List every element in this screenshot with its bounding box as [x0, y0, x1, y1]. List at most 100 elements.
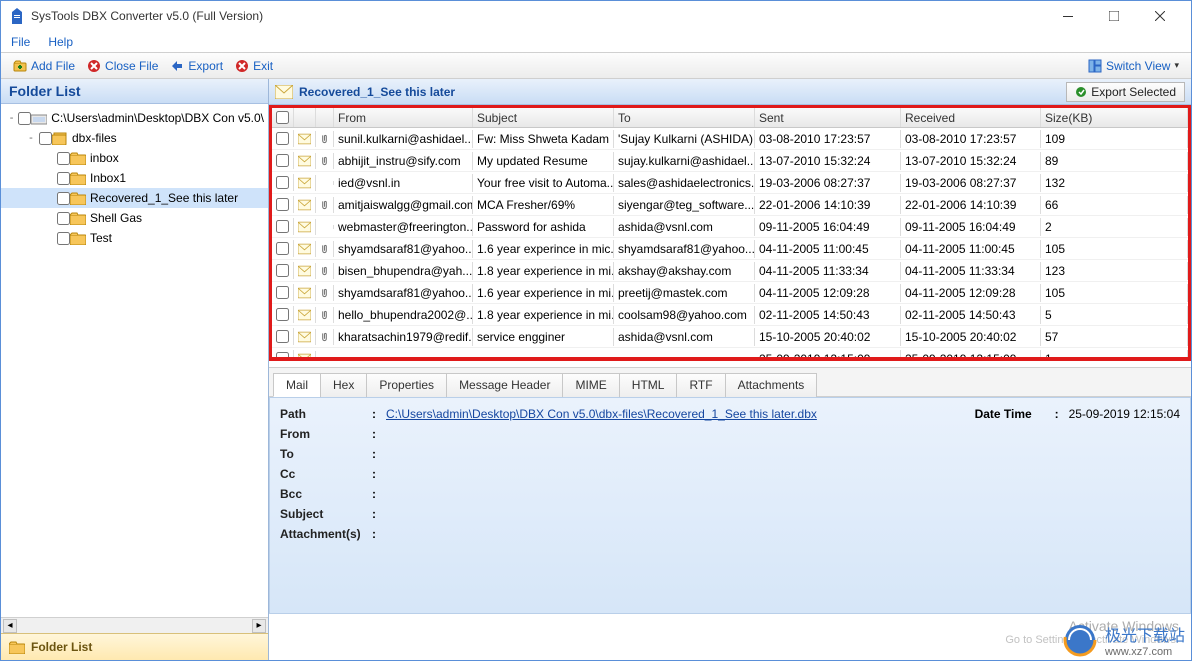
cell-to: ashida@vsnl.com [614, 328, 755, 346]
minimize-button[interactable] [1045, 1, 1091, 31]
cell-received: 03-08-2010 17:23:57 [901, 130, 1041, 148]
table-body[interactable]: sunil.kulkarni@ashidael...Fw: Miss Shwet… [272, 128, 1188, 357]
col-sent[interactable]: Sent [755, 108, 901, 127]
cc-label: Cc [280, 467, 372, 481]
row-checkbox[interactable] [276, 242, 289, 255]
row-checkbox[interactable] [276, 286, 289, 299]
row-checkbox[interactable] [276, 220, 289, 233]
switch-view-button[interactable]: Switch View ▾ [1082, 57, 1185, 75]
maximize-button[interactable] [1091, 1, 1137, 31]
tree-checkbox[interactable] [57, 212, 70, 225]
tab-html[interactable]: HTML [619, 373, 678, 397]
path-link[interactable]: C:\Users\admin\Desktop\DBX Con v5.0\dbx-… [386, 407, 817, 421]
row-checkbox[interactable] [276, 308, 289, 321]
col-received[interactable]: Received [901, 108, 1041, 127]
sidebar-footer-label: Folder List [31, 640, 92, 654]
tab-attachments[interactable]: Attachments [725, 373, 818, 397]
table-row[interactable]: kharatsachin1979@redif...service enggine… [272, 326, 1188, 348]
sidebar: Folder List -C:\Users\admin\Desktop\DBX … [1, 79, 269, 660]
expander-icon[interactable] [43, 232, 55, 244]
row-checkbox[interactable] [276, 132, 289, 145]
add-file-button[interactable]: Add File [7, 57, 81, 75]
col-size[interactable]: Size(KB) [1041, 108, 1188, 127]
close-file-button[interactable]: Close File [81, 57, 164, 75]
select-all-checkbox[interactable] [276, 111, 289, 124]
expander-icon[interactable]: - [7, 112, 16, 124]
row-checkbox[interactable] [276, 330, 289, 343]
cell-received: 22-01-2006 14:10:39 [901, 196, 1041, 214]
cell-sent: 19-03-2006 08:27:37 [755, 174, 901, 192]
cell-subject: service engginer [473, 328, 614, 346]
tree-node[interactable]: Recovered_1_See this later [1, 188, 268, 208]
expander-icon[interactable] [43, 172, 55, 184]
tree-node[interactable]: Shell Gas [1, 208, 268, 228]
from-value [386, 427, 1180, 441]
tree-checkbox[interactable] [57, 192, 70, 205]
attach-value [386, 527, 1180, 541]
folder-tree[interactable]: -C:\Users\admin\Desktop\DBX Con v5.0\-db… [1, 104, 268, 617]
table-row[interactable]: abhijit_instru@sify.comMy updated Resume… [272, 150, 1188, 172]
export-button[interactable]: Export [164, 57, 229, 75]
expander-icon[interactable]: - [25, 132, 37, 144]
col-to[interactable]: To [614, 108, 755, 127]
tab-rtf[interactable]: RTF [676, 373, 725, 397]
menu-file[interactable]: File [11, 35, 30, 49]
bcc-value [386, 487, 1180, 501]
tree-node[interactable]: -C:\Users\admin\Desktop\DBX Con v5.0\ [1, 108, 268, 128]
tree-checkbox[interactable] [57, 232, 70, 245]
table-row[interactable]: shyamdsaraf81@yahoo...1.6 year experienc… [272, 282, 1188, 304]
tree-checkbox[interactable] [39, 132, 52, 145]
sidebar-footer-tab[interactable]: Folder List [1, 633, 268, 660]
export-selected-button[interactable]: Export Selected [1066, 82, 1185, 102]
table-row[interactable]: sunil.kulkarni@ashidael...Fw: Miss Shwet… [272, 128, 1188, 150]
row-checkbox[interactable] [276, 264, 289, 277]
row-checkbox[interactable] [276, 352, 289, 357]
table-row[interactable]: bisen_bhupendra@yah...1.8 year experienc… [272, 260, 1188, 282]
tab-properties[interactable]: Properties [366, 373, 447, 397]
sidebar-title: Folder List [1, 79, 268, 104]
main-header: Recovered_1_See this later Export Select… [269, 79, 1191, 105]
row-checkbox[interactable] [276, 154, 289, 167]
exit-button[interactable]: Exit [229, 57, 279, 75]
expander-icon[interactable] [43, 212, 55, 224]
expander-icon[interactable] [43, 152, 55, 164]
tab-mime[interactable]: MIME [562, 373, 619, 397]
expander-icon[interactable] [43, 192, 55, 204]
table-row[interactable]: shyamdsaraf81@yahoo...1.6 year experince… [272, 238, 1188, 260]
sidebar-scrollbar[interactable]: ◂ ▸ [1, 617, 268, 633]
col-checkbox[interactable] [272, 108, 294, 127]
tree-node[interactable]: -dbx-files [1, 128, 268, 148]
tree-checkbox[interactable] [57, 172, 70, 185]
tree-checkbox[interactable] [57, 152, 70, 165]
tree-node[interactable]: Test [1, 228, 268, 248]
close-button[interactable] [1137, 1, 1183, 31]
row-checkbox[interactable] [276, 198, 289, 211]
tab-message-header[interactable]: Message Header [446, 373, 563, 397]
col-subject[interactable]: Subject [473, 108, 614, 127]
table-row[interactable]: webmaster@freerington...Password for ash… [272, 216, 1188, 238]
tree-node[interactable]: inbox [1, 148, 268, 168]
table-row[interactable]: ied@vsnl.inYour free visit to Automa...s… [272, 172, 1188, 194]
cell-to: shyamdsaraf81@yahoo... [614, 240, 755, 258]
col-from[interactable]: From [334, 108, 473, 127]
cell-subject: 1.8 year experience in mi... [473, 262, 614, 280]
datetime-value: 25-09-2019 12:15:04 [1069, 407, 1180, 421]
exit-label: Exit [253, 59, 273, 73]
folder-icon [52, 132, 68, 145]
tree-node[interactable]: Inbox1 [1, 168, 268, 188]
menu-help[interactable]: Help [48, 35, 73, 49]
row-checkbox[interactable] [276, 176, 289, 189]
table-row[interactable]: amitjaiswalgg@gmail.comMCA Fresher/69%si… [272, 194, 1188, 216]
scroll-left-icon[interactable]: ◂ [3, 619, 17, 633]
tab-mail[interactable]: Mail [273, 373, 321, 397]
scroll-right-icon[interactable]: ▸ [252, 619, 266, 633]
table-row[interactable]: 25-09-2019 12:15:0925-09-2019 12:15:091 [272, 348, 1188, 357]
tab-hex[interactable]: Hex [320, 373, 367, 397]
cell-from: shyamdsaraf81@yahoo... [334, 240, 473, 258]
cell-subject: Password for ashida [473, 218, 614, 236]
cell-from: webmaster@freerington... [334, 218, 473, 236]
table-row[interactable]: hello_bhupendra2002@...1.8 year experien… [272, 304, 1188, 326]
tree-checkbox[interactable] [18, 112, 31, 125]
attachment-icon [316, 263, 334, 279]
cell-size: 105 [1041, 284, 1188, 302]
